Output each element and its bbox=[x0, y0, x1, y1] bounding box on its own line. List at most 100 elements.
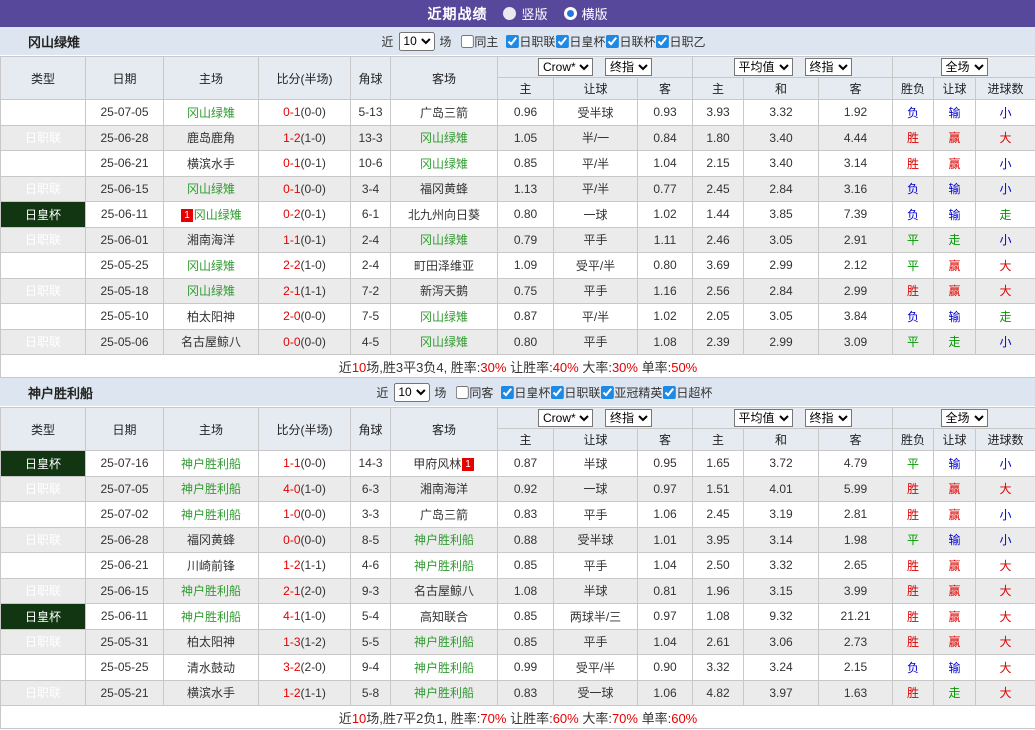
handicap-away-odds-cell: 1.04 bbox=[638, 553, 693, 579]
same-venue-filter[interactable]: 同主 bbox=[460, 33, 498, 50]
score-cell: 0-0(0-0) bbox=[259, 329, 351, 355]
summary-segment: 30% bbox=[612, 360, 638, 375]
team-section: 冈山绿雉 近 10 场 同主 日职联日皇杯日联杯日职乙 bbox=[0, 27, 1035, 378]
scope-select[interactable]: 全场 bbox=[941, 409, 988, 427]
league-checkbox[interactable] bbox=[550, 386, 563, 399]
handicap-result-cell: 走 bbox=[934, 227, 976, 253]
wdl-result-cell: 胜 bbox=[893, 125, 934, 151]
avg-away-odds-cell: 2.12 bbox=[819, 253, 893, 279]
league-checkbox[interactable] bbox=[605, 35, 618, 48]
fulltime-score: 2-2 bbox=[283, 258, 300, 272]
league-filter[interactable]: 日职联 bbox=[550, 384, 600, 401]
fulltime-score: 2-1 bbox=[283, 284, 300, 298]
summary-segment: 单率: bbox=[638, 360, 671, 375]
corners-cell: 7-2 bbox=[351, 278, 391, 304]
fulltime-score: 4-1 bbox=[283, 609, 300, 623]
odds-stage-select[interactable]: 终指 bbox=[605, 58, 652, 76]
handicap-away-odds-cell: 1.11 bbox=[638, 227, 693, 253]
league-filter[interactable]: 日皇杯 bbox=[500, 384, 550, 401]
match-row: 日职联25-05-10柏太阳神2-0(0-0)7-5冈山绿雉0.87平/半1.0… bbox=[1, 304, 1035, 330]
avg-home-odds-cell: 2.15 bbox=[693, 151, 744, 177]
league-type-cell: 日职联 bbox=[1, 304, 86, 330]
score-cell: 1-0(0-0) bbox=[259, 502, 351, 528]
avg-draw-odds-cell: 3.40 bbox=[744, 151, 819, 177]
league-type-cell: 日职联 bbox=[1, 329, 86, 355]
match-row: 日皇杯25-07-16神户胜利船1-1(0-0)14-3甲府风林10.87半球0… bbox=[1, 451, 1035, 477]
handicap-home-odds-cell: 0.92 bbox=[498, 476, 554, 502]
avg-draw-odds-cell: 3.06 bbox=[744, 629, 819, 655]
scope-select[interactable]: 全场 bbox=[941, 58, 988, 76]
avg-home-odds-cell: 2.46 bbox=[693, 227, 744, 253]
wdl-result-cell: 胜 bbox=[893, 502, 934, 528]
league-label: 亚冠精英 bbox=[614, 384, 662, 401]
summary-row: 近10场,胜3平3负4, 胜率:30% 让胜率:40% 大率:30% 单率:50… bbox=[1, 355, 1035, 378]
halftime-score: (1-0) bbox=[301, 609, 326, 623]
average-odds-group: 平均值终指 bbox=[693, 57, 893, 78]
subheader-avg-home: 主 bbox=[693, 429, 744, 451]
away-team-cell: 冈山绿雉 bbox=[391, 151, 498, 177]
subheader-avg-draw: 和 bbox=[744, 78, 819, 100]
avg-away-odds-cell: 2.73 bbox=[819, 629, 893, 655]
league-checkbox[interactable] bbox=[662, 386, 675, 399]
same-venue-label: 同客 bbox=[469, 384, 493, 401]
subheader-result-goals: 进球数 bbox=[976, 78, 1035, 100]
match-row: 日职联25-05-25清水鼓动3-2(2-0)9-4神户胜利船0.99受平/半0… bbox=[1, 655, 1035, 681]
league-checkbox[interactable] bbox=[505, 35, 518, 48]
handicap-line-cell: 一球 bbox=[554, 202, 638, 228]
home-team-cell: 冈山绿雉 bbox=[164, 176, 259, 202]
date-cell: 25-06-21 bbox=[86, 151, 164, 177]
goals-result-cell: 走 bbox=[976, 202, 1035, 228]
avg-home-odds-cell: 1.08 bbox=[693, 604, 744, 630]
avg-draw-odds-cell: 3.97 bbox=[744, 680, 819, 706]
same-venue-checkbox[interactable] bbox=[460, 35, 473, 48]
league-filter[interactable]: 日职乙 bbox=[655, 33, 705, 50]
col-header-away: 客场 bbox=[391, 408, 498, 451]
league-filter[interactable]: 日皇杯 bbox=[555, 33, 605, 50]
average-odds-select[interactable]: 平均值 bbox=[734, 58, 793, 76]
result-scope-group: 全场 bbox=[893, 408, 1035, 429]
league-checkbox[interactable] bbox=[600, 386, 613, 399]
layout-radio-horizontal[interactable]: 横版 bbox=[564, 4, 608, 23]
summary-text: 近10场,胜7平2负1, 胜率:70% 让胜率:60% 大率:70% 单率:60… bbox=[1, 706, 1035, 729]
league-filter[interactable]: 日职联 bbox=[505, 33, 555, 50]
layout-radio-vertical[interactable]: 竖版 bbox=[503, 4, 547, 23]
goals-result-cell: 大 bbox=[976, 578, 1035, 604]
subheader-handicap-line: 让球 bbox=[554, 78, 638, 100]
summary-segment: 50% bbox=[671, 360, 697, 375]
league-checkbox[interactable] bbox=[500, 386, 513, 399]
league-type-cell: 日皇杯 bbox=[1, 604, 86, 630]
away-team-cell: 名古屋鲸八 bbox=[391, 578, 498, 604]
match-count-select[interactable]: 10 bbox=[398, 32, 434, 51]
col-header-corners: 角球 bbox=[351, 408, 391, 451]
avg-home-odds-cell: 3.95 bbox=[693, 527, 744, 553]
avg-away-odds-cell: 4.79 bbox=[819, 451, 893, 477]
bookmaker-select[interactable]: Crow* bbox=[538, 409, 593, 427]
league-filter[interactable]: 日联杯 bbox=[605, 33, 655, 50]
average-stage-select[interactable]: 终指 bbox=[805, 58, 852, 76]
home-team-cell: 冈山绿雉 bbox=[164, 100, 259, 126]
handicap-result-cell: 赢 bbox=[934, 629, 976, 655]
league-checkbox[interactable] bbox=[655, 35, 668, 48]
odds-stage-select[interactable]: 终指 bbox=[605, 409, 652, 427]
match-count-select[interactable]: 10 bbox=[393, 383, 429, 402]
date-cell: 25-07-02 bbox=[86, 502, 164, 528]
handicap-line-cell: 受一球 bbox=[554, 680, 638, 706]
avg-away-odds-cell: 1.92 bbox=[819, 100, 893, 126]
goals-result-cell: 大 bbox=[976, 278, 1035, 304]
match-row: 日皇杯25-06-11神户胜利船4-1(1-0)5-4高知联合0.85两球半/三… bbox=[1, 604, 1035, 630]
league-filter[interactable]: 日超杯 bbox=[662, 384, 712, 401]
same-venue-filter[interactable]: 同客 bbox=[455, 384, 493, 401]
league-filter[interactable]: 亚冠精英 bbox=[600, 384, 662, 401]
same-venue-checkbox[interactable] bbox=[455, 386, 468, 399]
avg-away-odds-cell: 2.65 bbox=[819, 553, 893, 579]
handicap-home-odds-cell: 1.08 bbox=[498, 578, 554, 604]
average-stage-select[interactable]: 终指 bbox=[805, 409, 852, 427]
bookmaker-select[interactable]: Crow* bbox=[538, 58, 593, 76]
home-team-cell: 神户胜利船 bbox=[164, 604, 259, 630]
summary-segment: 让胜率: bbox=[506, 360, 552, 375]
league-checkbox[interactable] bbox=[555, 35, 568, 48]
average-odds-select[interactable]: 平均值 bbox=[734, 409, 793, 427]
handicap-line-cell: 平手 bbox=[554, 502, 638, 528]
handicap-line-cell: 半球 bbox=[554, 451, 638, 477]
goals-result-cell: 大 bbox=[976, 125, 1035, 151]
